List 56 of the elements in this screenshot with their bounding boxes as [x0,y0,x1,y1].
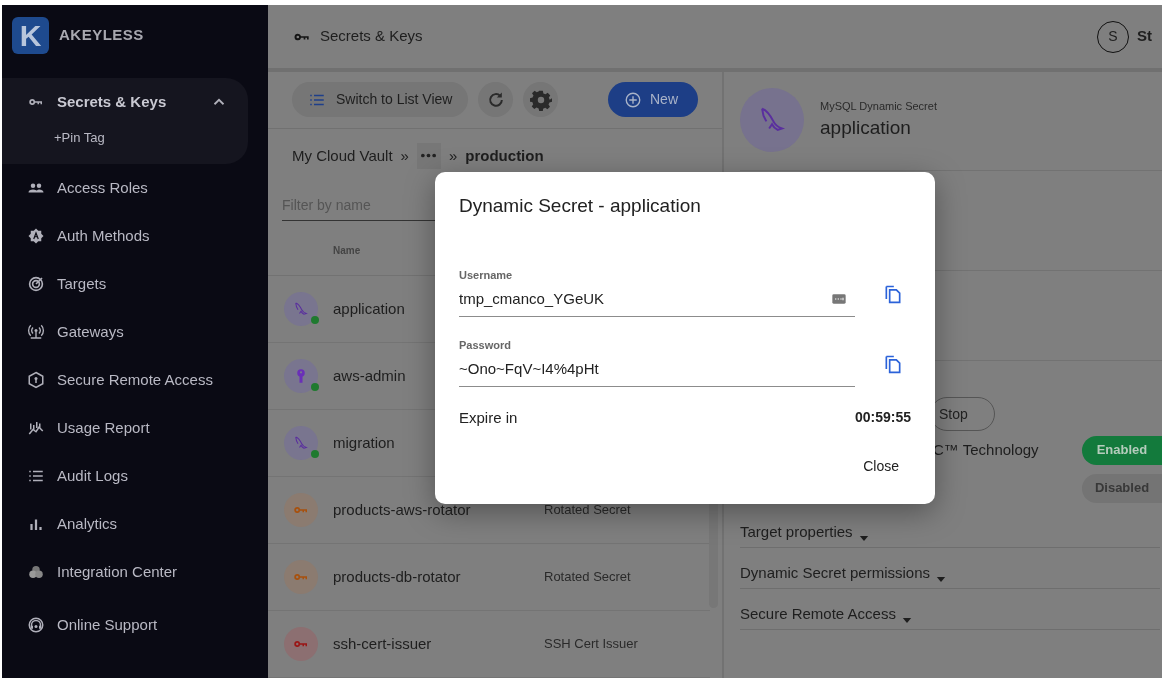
breadcrumb-current: production [465,145,544,166]
badge-icon [27,227,45,245]
column-header: Name [333,244,361,256]
circles-icon [27,563,45,581]
field-label: Username [459,267,514,283]
sidebar-item[interactable]: Access Roles [2,164,268,212]
new-button[interactable]: New [608,82,698,118]
row-name[interactable]: ssh-cert-issuer [333,632,544,656]
plus-circle-icon [624,90,642,109]
target-icon [27,275,45,293]
row-type: SSH Cert Issuer [544,635,638,654]
secret-title: application [820,116,912,140]
section-toggle[interactable]: Secure Remote Access [740,589,1160,630]
sidebar-item[interactable]: Analytics [2,500,268,548]
view-button[interactable]: Switch to List View [292,82,469,118]
shield-icon [27,371,45,389]
breadcrumb-separator: » [400,145,409,166]
sidebar-item[interactable]: Audit Logs [2,452,268,500]
caret-down-icon [858,533,869,543]
secret-type: MySQL Dynamic Secret [820,98,937,114]
brand-name: AKEYLESS [59,25,144,46]
headset-icon [27,616,45,634]
caret-down-icon [936,574,947,584]
breadcrumb-separator: » [448,145,458,166]
settings-icon [529,88,552,111]
text-field[interactable]: tmp_cmanco_YGeUK [459,288,855,317]
row-type: Rotated Secret [544,568,631,587]
page-title: Secrets & Keys [320,26,423,47]
breadcrumb-link[interactable]: My Cloud Vault [292,144,393,167]
sidebar-item[interactable]: Online Support [2,596,268,654]
caret-down-icon [901,615,912,625]
close-button[interactable]: Close [857,455,905,478]
sidebar-subitem[interactable]: +Pin Tag [2,120,248,156]
sidebar-item[interactable]: Targets [2,260,268,308]
user-name: St [1137,26,1152,47]
expire-time: 00:59:55 [854,407,911,427]
chart-icon [27,419,45,437]
dots-icon [421,153,437,159]
more-button[interactable] [416,142,441,169]
logo-icon: K [12,17,49,54]
sidebar-item[interactable]: Gateways [2,308,268,356]
section-toggle[interactable]: Dynamic Secret permissions [740,548,1160,589]
section-toggle[interactable]: Target properties [740,507,1160,548]
text-field[interactable]: ~Ono~FqV~I4%4pHt [459,358,855,387]
field-label: Password [459,337,512,353]
settings-button[interactable] [523,82,559,118]
sidebar-item[interactable]: Usage Report [2,404,268,452]
refresh-button[interactable] [478,82,514,118]
antenna-icon [27,323,45,341]
sidebar-item[interactable]: Integration Center [2,548,268,596]
sidebar-item[interactable]: Secure Remote Access [2,356,268,404]
row-type: Rotated Secret [544,501,631,520]
expire-label: Expire in [459,407,518,428]
sidebar-item[interactable]: Auth Methods [2,212,268,260]
row-name[interactable]: products-db-rotator [333,565,544,589]
sidebar-item[interactable]: Secrets & Keys [2,84,248,120]
